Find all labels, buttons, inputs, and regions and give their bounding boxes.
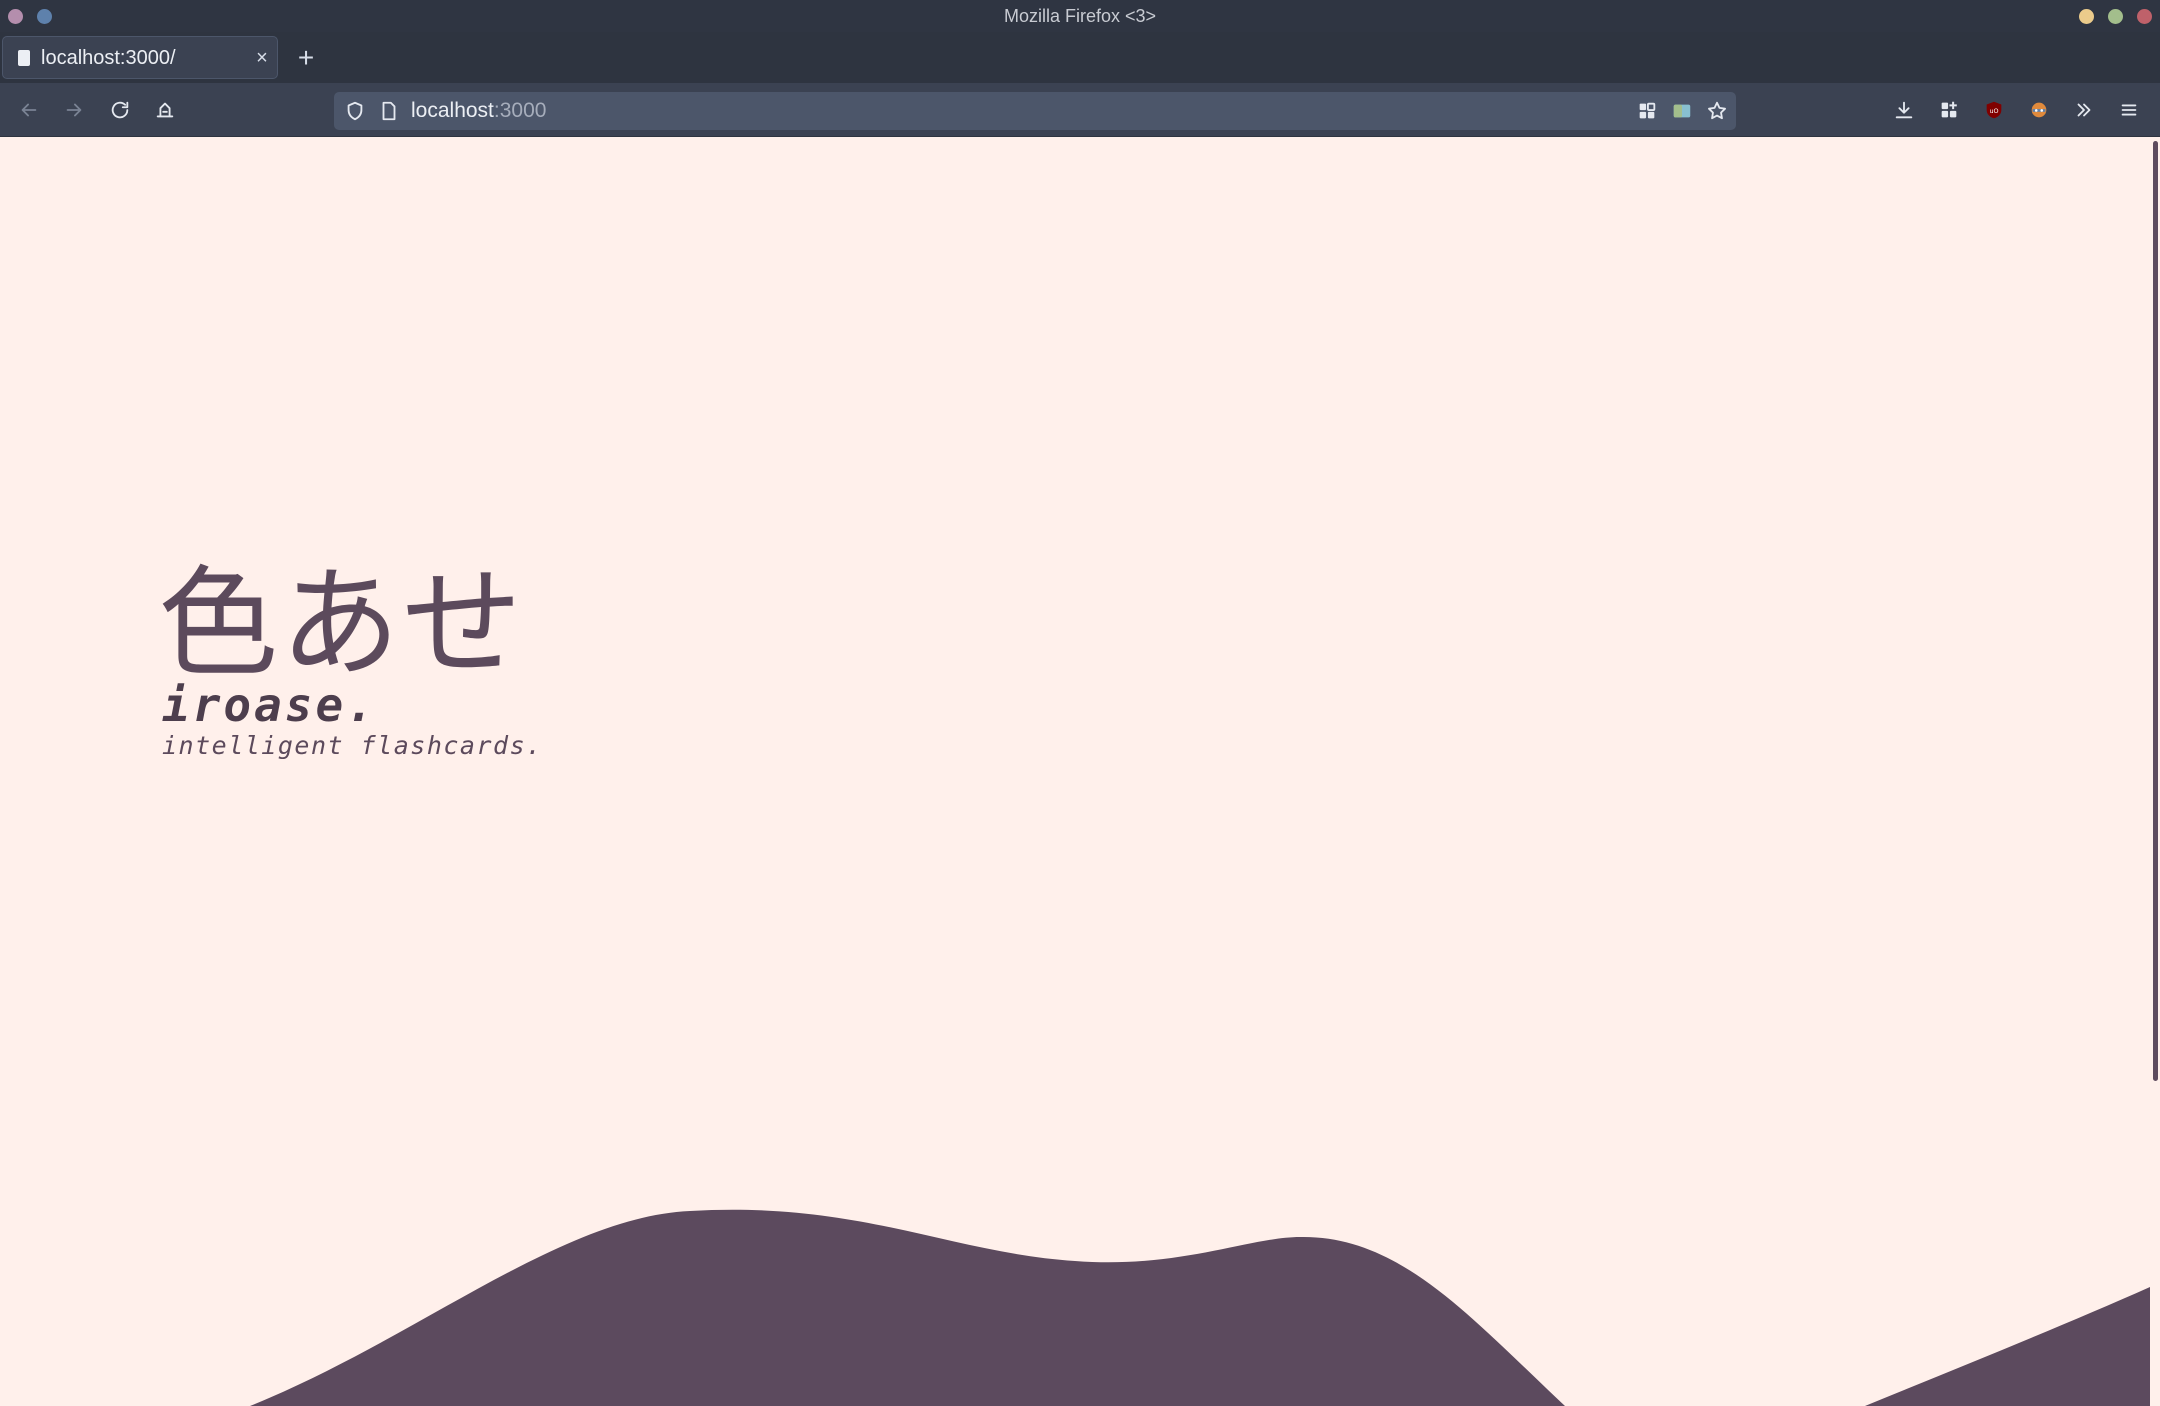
arrow-right-icon [66,103,82,117]
back-button[interactable] [11,92,47,128]
window-titlebar: Mozilla Firefox <3> [0,0,2160,32]
brand-name: iroase. [162,678,377,732]
star-icon[interactable] [1706,100,1728,122]
tab-strip: localhost:3000/ × + [0,32,2160,83]
overflow-icon [2077,103,2091,117]
reader-icon[interactable] [1671,100,1693,122]
window-title: Mozilla Firefox <3> [1003,6,1157,26]
new-tab-button[interactable]: + [291,36,321,79]
extensions-button[interactable] [1931,92,1967,128]
privacy-badger-button[interactable] [2021,92,2057,128]
url-port: :3000 [493,99,547,122]
scrollbar-thumb[interactable] [2153,141,2158,1081]
home-icon [156,102,174,118]
svg-text:uO: uO [1989,107,1998,115]
forward-button[interactable] [56,92,92,128]
shield-icon[interactable] [344,100,366,122]
grid-icon[interactable] [1636,100,1658,122]
decorative-wave [250,1209,2150,1406]
tab-close-icon[interactable]: × [251,37,273,80]
tab-localhost[interactable]: localhost:3000/ × [2,36,278,79]
overflow-menu-button[interactable] [2066,92,2102,128]
arrow-left-icon [21,103,37,117]
url-bar[interactable]: localhost:3000 [334,92,1736,130]
reload-icon [111,101,129,119]
page-favicon-icon [18,50,30,66]
close-window-button[interactable] [2137,9,2152,24]
minimize-button[interactable] [2079,9,2094,24]
ublock-icon: uO [1986,101,2002,119]
downloads-button[interactable] [1886,92,1922,128]
extensions-icon [1941,101,1957,118]
reload-button[interactable] [102,92,138,128]
url-host: localhost [411,99,494,122]
download-icon [1895,101,1913,119]
maximize-button[interactable] [2108,9,2123,24]
tagline: intelligent flashcards. [162,731,543,760]
navigation-toolbar: localhost:3000 uO [0,83,2160,137]
privacy-badger-icon [2031,102,2047,118]
url-text[interactable]: localhost:3000 [411,92,546,130]
logo-kanji: 色あせ [158,555,524,694]
page-icon[interactable] [378,100,400,122]
tab-title: localhost:3000/ [41,47,176,69]
ublock-button[interactable]: uO [1976,92,2012,128]
page-viewport: 色あせ iroase. intelligent flashcards. [0,137,2160,1406]
scrollbar[interactable] [2150,137,2160,1406]
hamburger-menu-icon [2121,104,2137,116]
app-menu-button[interactable] [2111,92,2147,128]
home-button[interactable] [147,92,183,128]
